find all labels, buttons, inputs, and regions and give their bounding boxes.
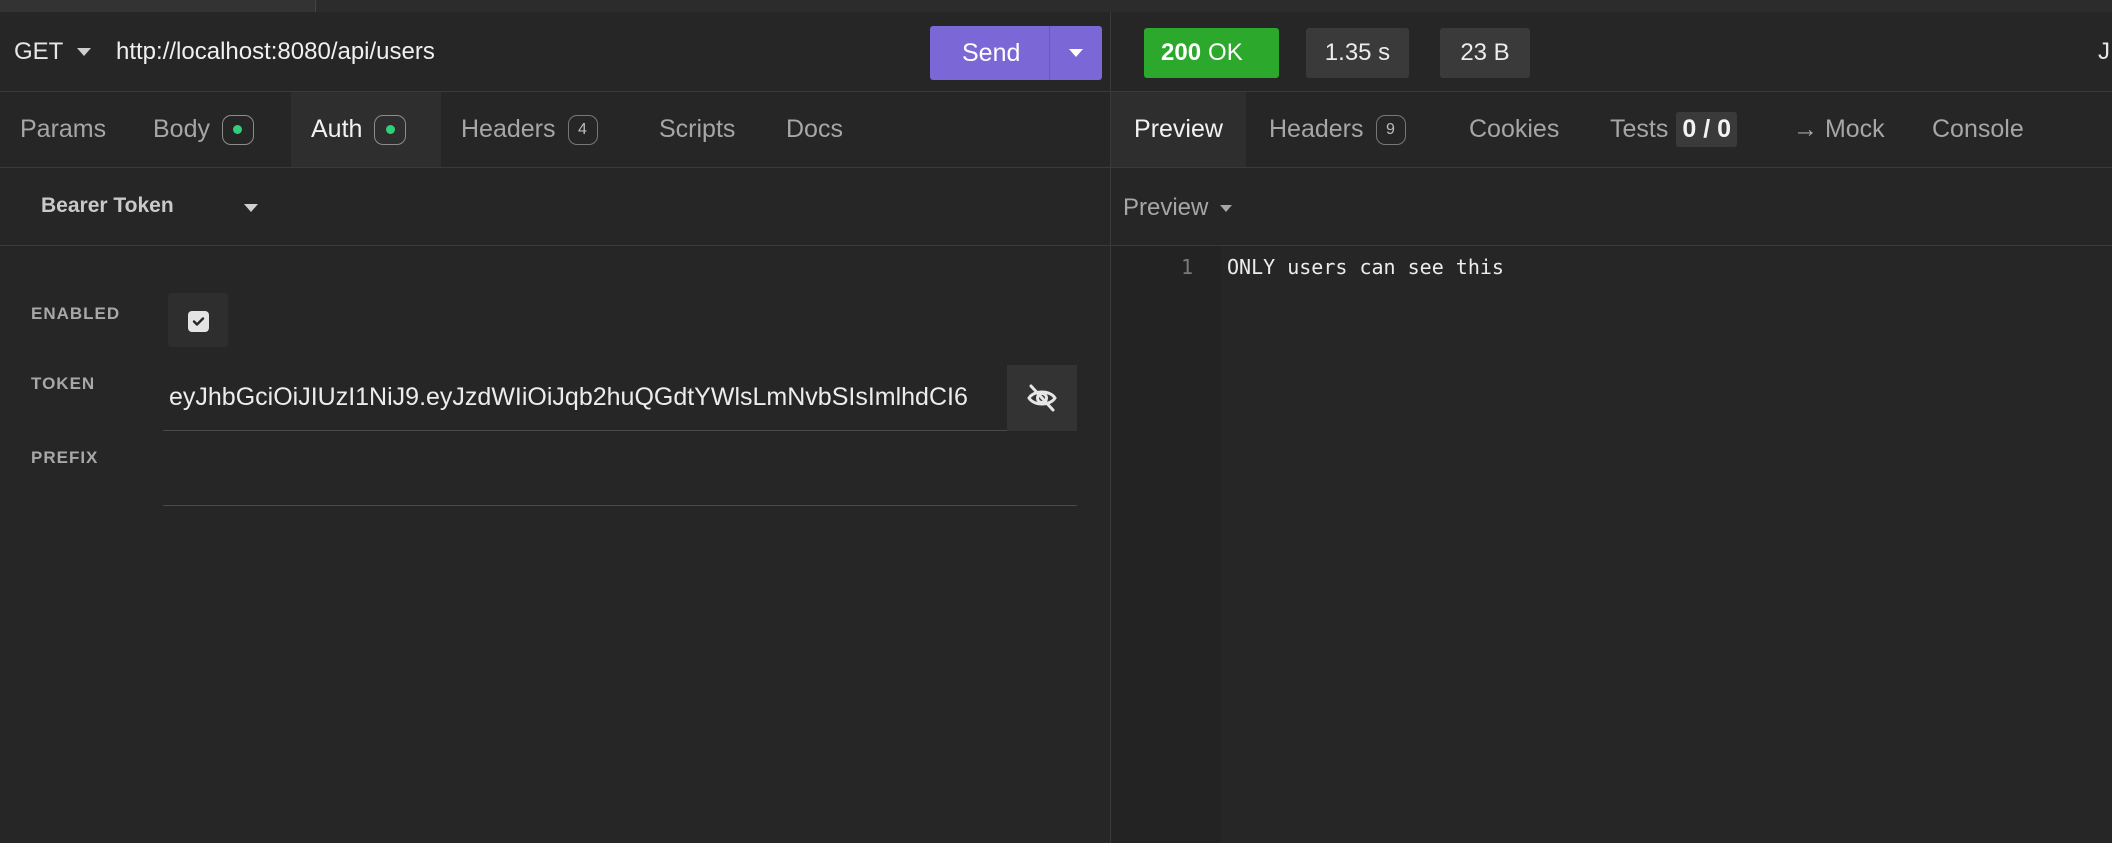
tab-label: Params	[20, 115, 107, 143]
response-body-line[interactable]: ONLY users can see this	[1227, 255, 1504, 279]
token-input[interactable]: eyJhbGciOiJIUzI1NiJ9.eyJzdWIiOiJqb2huQGd…	[163, 365, 1007, 431]
tab-params[interactable]: Params	[0, 92, 126, 167]
preview-mode-bar: Preview	[1111, 168, 2112, 246]
line-number: 1	[1181, 255, 1194, 279]
tab-label: Tests	[1610, 115, 1669, 143]
tab-console[interactable]: Console	[1932, 92, 2024, 167]
method-label: GET	[14, 38, 64, 65]
line-number-gutter	[1111, 246, 1221, 843]
preview-mode-label: Preview	[1123, 194, 1209, 221]
tab-response-headers[interactable]: Headers 9	[1269, 92, 1406, 167]
tab-label: Preview	[1134, 115, 1223, 143]
tab-mock[interactable]: → Mock	[1793, 92, 1885, 167]
tab-tests[interactable]: Tests 0 / 0	[1610, 92, 1738, 167]
tab-label: Cookies	[1469, 115, 1560, 143]
chevron-down-icon[interactable]	[1069, 49, 1083, 57]
tab-label: Docs	[786, 115, 843, 143]
active-dot-icon	[221, 114, 254, 145]
prefix-input[interactable]	[163, 440, 1077, 506]
tab-preview[interactable]: Preview	[1111, 92, 1246, 167]
tests-count-badge: 0 / 0	[1676, 112, 1738, 147]
enabled-checkbox[interactable]	[168, 293, 228, 347]
token-label: TOKEN	[31, 374, 96, 393]
auth-type-label: Bearer Token	[41, 194, 174, 217]
tab-label: Body	[153, 115, 210, 143]
response-size-badge: 23 B	[1440, 28, 1530, 78]
url-input[interactable]: http://localhost:8080/api/users	[116, 38, 435, 66]
truncated-label: J	[2098, 38, 2110, 65]
window-tab-divider	[315, 0, 316, 12]
response-tabs: Preview Headers 9 Cookies Tests 0 / 0 → …	[1111, 92, 2112, 168]
request-tabs: Params Body Auth Headers 4 Scripts Docs	[0, 92, 1110, 168]
status-badge: 200 OK	[1144, 28, 1279, 78]
tab-body[interactable]: Body	[133, 92, 274, 167]
tab-label: Auth	[311, 115, 363, 143]
token-value: eyJhbGciOiJIUzI1NiJ9.eyJzdWIiOiJqb2huQGd…	[169, 383, 968, 411]
tab-label: Scripts	[659, 115, 736, 143]
url-bar: GET http://localhost:8080/api/users Send	[0, 12, 1110, 92]
response-pane: 200 OK 1.35 s 23 B J Preview Headers 9 C…	[1111, 12, 2112, 843]
response-status-bar: 200 OK 1.35 s 23 B J	[1111, 12, 2112, 92]
status-code: 200	[1161, 39, 1202, 66]
chevron-down-icon	[77, 48, 92, 56]
tab-docs[interactable]: Docs	[766, 92, 863, 167]
request-pane: GET http://localhost:8080/api/users Send…	[0, 12, 1110, 843]
status-text: OK	[1208, 39, 1243, 66]
tab-label: Headers	[1269, 115, 1364, 143]
preview-mode-select[interactable]: Preview	[1123, 194, 1233, 222]
method-select[interactable]: GET	[14, 38, 92, 66]
headers-count-badge: 9	[1375, 114, 1406, 145]
send-button-divider	[1049, 26, 1050, 80]
chevron-down-icon	[244, 204, 258, 212]
tab-headers[interactable]: Headers 4	[441, 92, 618, 167]
tab-scripts[interactable]: Scripts	[639, 92, 755, 167]
enabled-label: ENABLED	[31, 304, 121, 323]
prefix-label: PREFIX	[31, 448, 99, 467]
auth-type-select[interactable]: Bearer Token	[0, 168, 1110, 246]
response-time-badge: 1.35 s	[1306, 28, 1409, 78]
send-button-label: Send	[962, 39, 1021, 67]
tab-label: → Mock	[1793, 115, 1885, 143]
tab-auth[interactable]: Auth	[291, 92, 441, 167]
tab-label: Console	[1932, 115, 2024, 143]
tab-label: Headers	[461, 115, 556, 143]
tab-cookies[interactable]: Cookies	[1469, 92, 1559, 167]
toggle-visibility-button[interactable]	[1007, 365, 1077, 431]
active-dot-icon	[374, 114, 407, 145]
chevron-down-icon	[1220, 204, 1233, 212]
window-top-strip	[0, 0, 2112, 12]
headers-count-badge: 4	[567, 114, 598, 145]
eye-off-icon	[1027, 384, 1057, 412]
send-button[interactable]: Send	[930, 26, 1102, 80]
check-icon	[192, 317, 205, 326]
window-tab-edge	[0, 0, 315, 12]
